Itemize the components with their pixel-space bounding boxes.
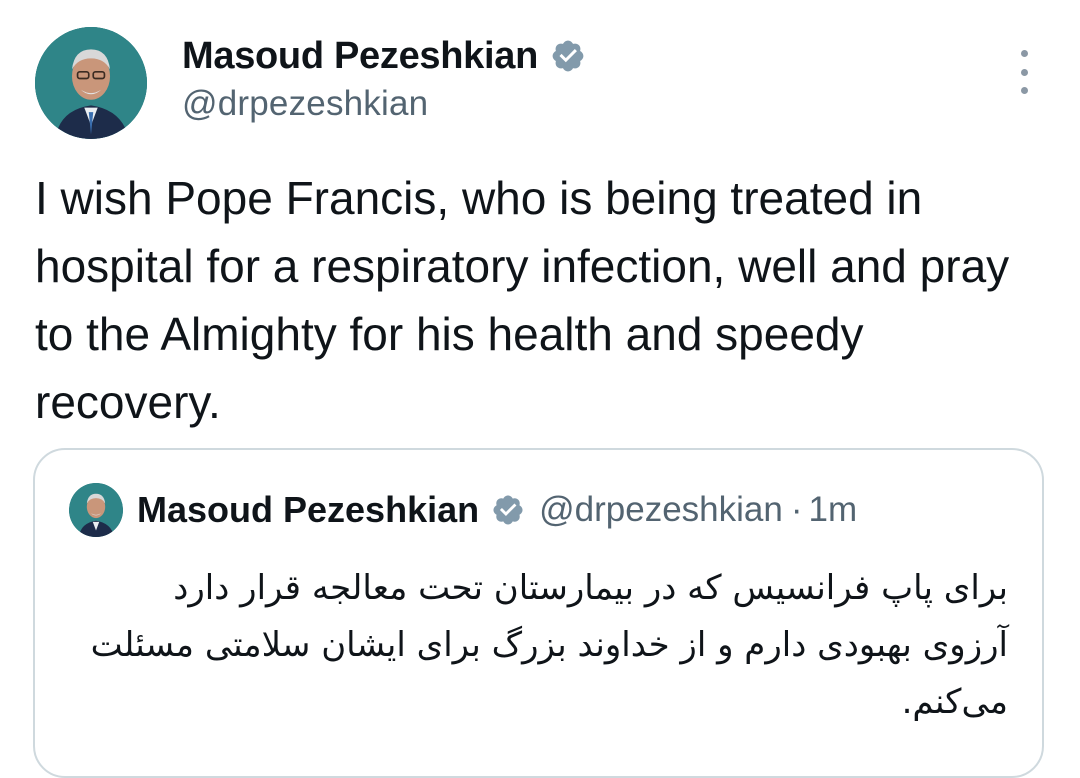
- quoted-author-avatar[interactable]: [69, 483, 123, 537]
- author-handle[interactable]: @drpezeshkian: [182, 84, 586, 124]
- separator-dot: ·: [790, 490, 803, 529]
- author-display-name[interactable]: Masoud Pezeshkian: [182, 35, 538, 78]
- avatar-photo-icon: [69, 483, 123, 537]
- quoted-tweet-timestamp[interactable]: 1m: [808, 490, 857, 530]
- dot: [1020, 87, 1028, 94]
- quoted-tweet-header: Masoud Pezeshkian @drpezeshkian · 1m: [69, 483, 857, 537]
- quoted-author-handle[interactable]: @drpezeshkian: [539, 490, 783, 530]
- tweet-text: I wish Pope Francis, who is being treate…: [35, 172, 1010, 428]
- author-name-row: Masoud Pezeshkian: [182, 34, 586, 78]
- dot: [1020, 68, 1028, 76]
- tweet-author: Masoud Pezeshkian @drpezeshkian: [182, 34, 586, 124]
- more-options-icon[interactable]: [1004, 50, 1044, 94]
- verified-badge-icon[interactable]: [550, 38, 586, 74]
- avatar-photo-icon: [35, 27, 147, 139]
- quoted-tweet-card[interactable]: Masoud Pezeshkian @drpezeshkian · 1m برا…: [33, 448, 1044, 778]
- quoted-author-display-name[interactable]: Masoud Pezeshkian: [137, 489, 479, 531]
- quoted-tweet-text: برای پاپ فرانسیس که در بیمارستان تحت معا…: [90, 568, 1008, 722]
- dot: [1020, 50, 1028, 57]
- author-avatar[interactable]: [35, 27, 147, 139]
- verified-badge-icon[interactable]: [491, 493, 525, 527]
